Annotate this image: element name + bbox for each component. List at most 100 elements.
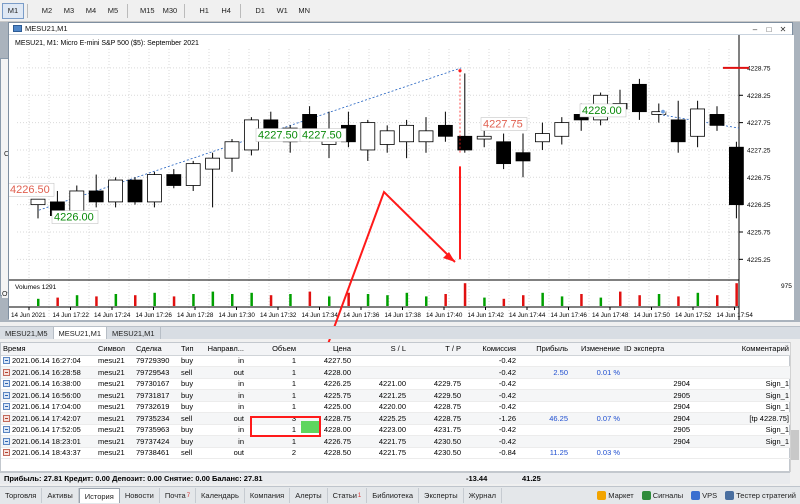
toolbar-service-button[interactable]: Тестер стратегий — [721, 491, 800, 500]
vps-button[interactable]: VPS — [687, 491, 721, 500]
column-header[interactable]: S / L — [353, 343, 408, 356]
toolbox-tab[interactable]: История — [78, 488, 120, 503]
toolbox-tab[interactable]: Почта 7 — [160, 488, 197, 503]
candle-down — [729, 146, 744, 206]
cell-vol: 1 — [246, 366, 298, 379]
column-header[interactable]: ID эксперта — [622, 343, 692, 356]
toolbox-tab[interactable]: Эксперты — [419, 488, 464, 503]
toolbox-tab[interactable]: Статьи 1 — [328, 488, 368, 503]
cell-comm: -0.42 — [463, 401, 518, 413]
volume-bar — [250, 292, 253, 306]
cell-price: 4225.00 — [298, 401, 353, 413]
table-row[interactable]: 2021.06.14 17:04:00 mesu21 79732619 buy in 1 4… — [1, 401, 791, 413]
cell-symbol: mesu21 — [96, 355, 134, 367]
timeframe-h1-button[interactable]: H1 — [193, 3, 215, 19]
table-scrollbar-thumb[interactable] — [791, 430, 799, 460]
timeframe-m2-button[interactable]: M2 — [36, 3, 58, 19]
table-row[interactable]: 2021.06.14 18:23:01 mesu21 79737424 buy in 1 4… — [1, 435, 791, 448]
candle-down — [496, 141, 512, 165]
toolbox-tab-label: Торговля — [5, 491, 37, 500]
chart-tab[interactable]: MESU21,M1 — [53, 327, 108, 339]
table-row[interactable]: 2021.06.14 17:52:05 mesu21 79735963 buy in 1 4… — [1, 424, 791, 436]
column-header[interactable]: Объем — [246, 343, 298, 356]
timeframe-m15-button[interactable]: M15 — [136, 3, 159, 19]
toolbox-tab[interactable]: Библиотека — [367, 488, 420, 503]
cell-expert — [622, 355, 692, 367]
cell-type: sell — [179, 366, 201, 379]
price-chart[interactable]: 4228.75 4228.25 4227.75 4227.25 4226.75 4226.… — [9, 35, 794, 320]
column-header[interactable]: Символ — [96, 343, 134, 356]
toolbox-tab[interactable]: Алерты — [290, 488, 328, 503]
toolbox-tab[interactable]: Календарь — [196, 488, 245, 503]
cell-comment: Sign_1 — [692, 401, 791, 413]
cell-deal: 79737424 — [134, 435, 179, 448]
toolbox-tab[interactable]: Активы — [42, 488, 79, 503]
candle-up — [224, 141, 240, 159]
timeframe-m1-button[interactable]: M1 — [2, 2, 24, 19]
toolbar-service-button[interactable]: Маркет — [593, 491, 637, 500]
timeframe-h4-button[interactable]: H4 — [215, 3, 237, 19]
toolbox-tab[interactable]: Журнал — [464, 488, 502, 503]
volume-bar — [463, 283, 467, 306]
table-row[interactable]: 2021.06.14 16:56:00 mesu21 79731817 buy in 1 4… — [1, 389, 791, 402]
column-header[interactable]: Цена — [298, 343, 353, 356]
toolbox-tab[interactable]: Компания — [245, 488, 291, 503]
time-tick-label: 14 Jun 17:44 — [509, 312, 546, 319]
chart-tab[interactable]: MESU21,M1 — [107, 327, 161, 339]
table-row[interactable]: 2021.06.14 16:38:00 mesu21 79730167 buy in 1 4… — [1, 378, 791, 390]
candle-down — [166, 174, 182, 186]
cell-symbol: mesu21 — [96, 366, 134, 379]
column-header[interactable]: Время — [1, 343, 96, 356]
timeframe-m5-button[interactable]: M5 — [102, 3, 124, 19]
toolbar-service-button[interactable]: Сигналы — [638, 491, 687, 500]
volume-bar — [522, 295, 525, 306]
table-row[interactable]: 2021.06.14 16:28:58 mesu21 79729543 sell out… — [1, 366, 791, 379]
cell-dir: in — [201, 401, 246, 413]
table-row[interactable]: 2021.06.14 16:27:04 mesu21 79729390 buy in 1 4… — [1, 355, 791, 367]
cell-type: buy — [179, 378, 201, 390]
column-header[interactable]: Направл... — [201, 343, 246, 356]
cell-tp: 4228.75 — [408, 401, 463, 413]
vps-icon — [691, 491, 701, 500]
price-tick-label: 4227.75 — [747, 120, 771, 127]
cell-comm: -0.42 — [463, 378, 518, 390]
chart-tab[interactable]: MESU21,M5 — [0, 327, 54, 339]
cell-sl: 4221.25 — [353, 389, 408, 402]
column-header[interactable]: Комиссия — [463, 343, 518, 356]
toolbox-tab-label: Алерты — [295, 491, 322, 500]
timeframe-m4-button[interactable]: M4 — [80, 3, 102, 19]
chart-window-titlebar[interactable]: MESU21,M1 – □ ✕ — [9, 23, 792, 35]
timeframe-m3-button[interactable]: M3 — [58, 3, 80, 19]
column-header[interactable]: Комментарий — [692, 343, 791, 356]
cell-time: 2021.06.14 17:42:07 — [1, 412, 96, 425]
table-row[interactable]: 2021.06.14 18:43:37 mesu21 79738461 sell out… — [1, 447, 791, 459]
toolbox-tab[interactable]: Новости — [120, 488, 160, 503]
cell-sl: 4220.00 — [353, 401, 408, 413]
cell-tp: 4229.50 — [408, 389, 463, 402]
toolbox-tab-label: История — [84, 491, 114, 501]
cell-profit — [518, 378, 570, 390]
toolbox-tab[interactable]: Торговля — [0, 488, 43, 503]
minimize-icon[interactable]: – — [748, 23, 762, 35]
column-header[interactable]: Сделка — [134, 343, 179, 356]
column-header[interactable]: Прибыль — [518, 343, 570, 356]
toolbox-tab-label: Журнал — [468, 491, 496, 500]
candle-up — [205, 157, 221, 170]
timeframe-d1-button[interactable]: D1 — [249, 3, 271, 19]
close-icon[interactable]: ✕ — [776, 23, 790, 35]
column-header[interactable]: T / P — [408, 343, 463, 356]
chart-window-icon — [13, 25, 22, 32]
price-tick-label: 4225.75 — [747, 229, 771, 236]
column-header[interactable]: Тип — [179, 343, 201, 356]
column-header[interactable]: Изменение — [570, 343, 622, 356]
cell-comment: Sign_1 — [692, 435, 791, 448]
trade-label: 4227.75 — [483, 119, 523, 131]
timeframe-w1-button[interactable]: W1 — [271, 3, 293, 19]
cell-profit — [518, 355, 570, 367]
table-row[interactable]: 2021.06.14 17:42:07 mesu21 79735234 sell out… — [1, 412, 791, 425]
buy-deal-icon — [3, 437, 10, 445]
candle-up — [379, 130, 395, 145]
timeframe-m30-button[interactable]: M30 — [159, 3, 182, 19]
timeframe-mn-button[interactable]: MN — [293, 3, 315, 19]
maximize-icon[interactable]: □ — [762, 23, 776, 35]
